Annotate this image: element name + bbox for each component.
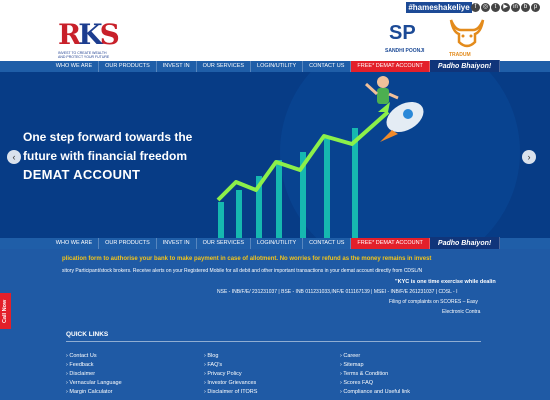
banner-headline-2: future with financial freedom — [23, 149, 188, 163]
quick-links-divider — [66, 341, 481, 342]
rks-logo[interactable]: RKS INVEST TO CREATE WEALTH AND PROTECT … — [58, 18, 120, 59]
link-compliance[interactable]: Compliance and Useful link — [340, 388, 410, 397]
nav-free-demat[interactable]: FREE* DEMAT ACCOUNT — [351, 238, 430, 249]
nav-invest-in[interactable]: INVEST IN — [157, 238, 197, 249]
twitter-icon[interactable]: t — [491, 3, 500, 12]
carousel-next-button[interactable]: › — [522, 150, 536, 164]
bull-icon — [449, 19, 485, 48]
nav-login-utility[interactable]: LOGIN/UTILITY — [251, 61, 304, 72]
nav-our-services[interactable]: OUR SERVICES — [197, 61, 252, 72]
link-investor-grievances[interactable]: Investor Grievances — [204, 379, 257, 388]
call-now-button[interactable]: Call Now — [0, 293, 11, 329]
link-blog[interactable]: Blog — [204, 352, 257, 361]
main-nav: WHO WE ARE OUR PRODUCTS INVEST IN OUR SE… — [0, 60, 550, 73]
hashtag-badge[interactable]: #hameshakeliye — [406, 2, 472, 13]
link-faqs[interactable]: FAQ's — [204, 361, 257, 370]
site-footer: plication form to authorise your bank to… — [0, 249, 550, 400]
kyc-notice: "KYC is one time exercise while dealin — [395, 279, 496, 285]
quick-links-heading: QUICK LINKS — [66, 331, 109, 338]
link-vernacular[interactable]: Vernacular Language — [66, 379, 121, 388]
electronic-contract-info: Electronic Contra — [442, 309, 481, 315]
link-disclaimer-itors[interactable]: Disclaimer of ITORS — [204, 388, 257, 397]
quick-links-col-3: Career Sitemap Terms & Condition Scores … — [340, 352, 410, 397]
top-strip: #hameshakeliye f ◎ t ▶ in b p — [0, 0, 550, 14]
nav-who-we-are[interactable]: WHO WE ARE — [50, 238, 100, 249]
link-disclaimer[interactable]: Disclaimer — [66, 370, 122, 379]
link-career[interactable]: Career — [340, 352, 410, 361]
registration-info: NSE - INB/F/E/ 231231037 | BSE - INB 011… — [217, 289, 458, 295]
nav-invest-in[interactable]: INVEST IN — [157, 61, 197, 72]
link-privacy-policy[interactable]: Privacy Policy — [204, 370, 257, 379]
sandhi-poonji-logo[interactable]: SP SANDHI POONJI — [385, 22, 431, 58]
link-scores-faq[interactable]: Scores FAQ — [340, 379, 410, 388]
nav-our-products[interactable]: OUR PRODUCTS — [99, 238, 157, 249]
link-feedback[interactable]: Feedback — [66, 361, 122, 370]
carousel-prev-button[interactable]: ‹ — [7, 150, 21, 164]
instagram-icon[interactable]: ◎ — [481, 3, 490, 12]
tradum-logo[interactable]: TRADUM — [447, 16, 487, 60]
nav-login-utility[interactable]: LOGIN/UTILITY — [251, 238, 304, 249]
social-icons: f ◎ t ▶ in b p — [471, 3, 540, 12]
hero-banner[interactable]: One step forward towards the future with… — [0, 72, 550, 238]
logo-tagline: INVEST TO CREATE WEALTH AND PROTECT YOUR… — [58, 51, 110, 59]
link-margin-calculator[interactable]: Margin Calculator — [66, 388, 122, 397]
quick-links-col-1: Contact Us Feedback Disclaimer Vernacula… — [66, 352, 122, 397]
quick-links-col-2: Blog FAQ's Privacy Policy Investor Griev… — [204, 352, 257, 397]
pinterest-icon[interactable]: p — [531, 3, 540, 12]
nav-free-demat[interactable]: FREE* DEMAT ACCOUNT — [351, 61, 430, 72]
marquee-alert: sitory Participant/stock brokers. Receiv… — [62, 268, 423, 274]
link-contact-us[interactable]: Contact Us — [66, 352, 122, 361]
nav-our-services[interactable]: OUR SERVICES — [197, 238, 252, 249]
banner-headline-3: DEMAT ACCOUNT — [23, 167, 141, 182]
nav-contact-us[interactable]: CONTACT US — [303, 61, 352, 72]
link-terms[interactable]: Terms & Condition — [340, 370, 410, 379]
sticky-nav: WHO WE ARE OUR PRODUCTS INVEST IN OUR SE… — [0, 237, 550, 250]
link-sitemap[interactable]: Sitemap — [340, 361, 410, 370]
banner-headline-1: One step forward towards the — [23, 130, 193, 144]
marquee-ticker: plication form to authorise your bank to… — [62, 256, 432, 262]
nav-who-we-are[interactable]: WHO WE ARE — [50, 61, 100, 72]
blog-icon[interactable]: b — [521, 3, 530, 12]
nav-our-products[interactable]: OUR PRODUCTS — [99, 61, 157, 72]
youtube-icon[interactable]: ▶ — [501, 3, 510, 12]
site-header: RKS INVEST TO CREATE WEALTH AND PROTECT … — [0, 14, 550, 62]
scores-info: Filing of complaints on SCORES – Easy — [389, 299, 478, 305]
facebook-icon[interactable]: f — [471, 3, 480, 12]
linkedin-icon[interactable]: in — [511, 3, 520, 12]
nav-contact-us[interactable]: CONTACT US — [303, 238, 352, 249]
